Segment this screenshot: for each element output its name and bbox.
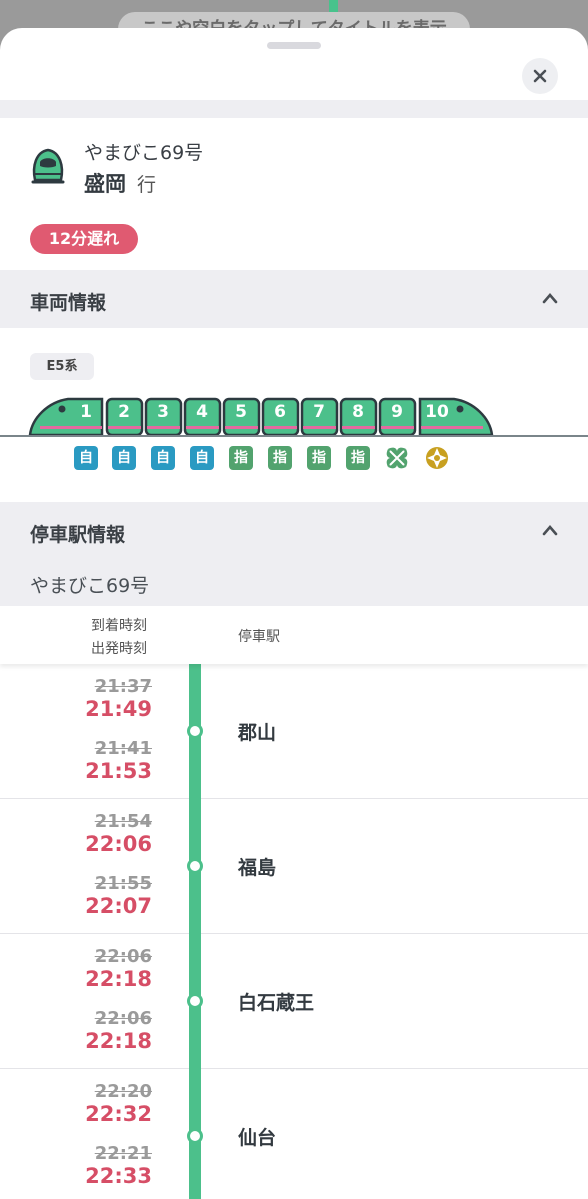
actual-departure: 21:53: [85, 759, 152, 783]
vehicle-info-title: 車両情報: [30, 292, 107, 314]
non-reserved-seat-badge-3: 自: [151, 446, 175, 470]
train-detail-sheet: やまびこ69号 盛岡 行 12分遅れ 車両情報 E5系 1 2 3 4 5 6 …: [0, 28, 588, 1199]
close-button[interactable]: [522, 58, 558, 94]
shinkansen-icon: [31, 148, 65, 184]
actual-arrival: 22:32: [85, 1102, 152, 1126]
gran-class-icon: [426, 447, 448, 469]
route-line: [189, 664, 201, 1199]
reserved-seat-badge-5: 指: [229, 446, 253, 470]
station-name: 福島: [238, 857, 277, 879]
car-number-8: 8: [352, 402, 364, 422]
actual-departure: 22:18: [85, 1029, 152, 1053]
stop-info-header[interactable]: 停車駅情報: [0, 502, 588, 560]
destination-suffix: 行: [137, 174, 157, 196]
actual-departure: 22:07: [85, 894, 152, 918]
car-number-4: 4: [196, 402, 208, 422]
stop-list-train-name: やまびこ69号: [30, 575, 150, 597]
rail-line: [0, 435, 588, 437]
stop-row[interactable]: 22:06 22:18 22:06 22:18 白石蔵王: [0, 934, 588, 1069]
car-number-6: 6: [274, 402, 286, 422]
train-name: やまびこ69号: [84, 142, 204, 164]
chevron-up-icon: [542, 293, 558, 304]
stop-row[interactable]: 21:54 22:06 21:55 22:07 福島: [0, 799, 588, 934]
car-number-1: 1: [80, 402, 92, 422]
scheduled-arrival: 22:06: [94, 946, 152, 967]
car-number-2: 2: [118, 402, 130, 422]
car-number-3: 3: [157, 402, 169, 422]
sheet-grabber[interactable]: [267, 42, 321, 49]
stop-row[interactable]: 22:20 22:32 22:21 22:33 仙台: [0, 1069, 588, 1199]
reserved-seat-badge-8: 指: [346, 446, 370, 470]
station-name: 郡山: [238, 722, 277, 744]
stop-info-title: 停車駅情報: [30, 524, 126, 546]
station-name: 白石蔵王: [238, 992, 315, 1014]
col-arrival: 到着時刻: [91, 618, 147, 634]
stop-row[interactable]: 21:37 21:49 21:41 21:53 郡山: [0, 664, 588, 799]
scheduled-arrival: 21:54: [94, 811, 152, 832]
station-node: [187, 993, 203, 1009]
col-departure: 出発時刻: [91, 641, 147, 657]
scheduled-arrival: 22:20: [94, 1081, 152, 1102]
car-number-10: 10: [425, 402, 449, 422]
station-name: 仙台: [238, 1127, 277, 1149]
non-reserved-seat-badge-2: 自: [112, 446, 136, 470]
close-icon: [533, 69, 547, 83]
actual-arrival: 22:18: [85, 967, 152, 991]
scheduled-departure: 21:55: [94, 873, 152, 894]
station-node: [187, 1128, 203, 1144]
col-station: 停車駅: [238, 629, 280, 645]
scheduled-departure: 22:21: [94, 1143, 152, 1164]
reserved-seat-badge-6: 指: [268, 446, 292, 470]
actual-arrival: 22:06: [85, 832, 152, 856]
station-node: [187, 858, 203, 874]
vehicle-info-header[interactable]: 車両情報: [0, 270, 588, 328]
actual-arrival: 21:49: [85, 697, 152, 721]
car-number-9: 9: [391, 402, 403, 422]
actual-departure: 22:33: [85, 1164, 152, 1188]
destination: 盛岡: [84, 172, 126, 196]
scheduled-arrival: 21:37: [94, 676, 152, 697]
reserved-seat-badge-7: 指: [307, 446, 331, 470]
series-badge: E5系: [30, 353, 94, 380]
car-number-5: 5: [235, 402, 247, 422]
delay-badge: 12分遅れ: [30, 224, 138, 254]
scheduled-departure: 21:41: [94, 738, 152, 759]
green-car-icon: [386, 447, 408, 469]
chevron-up-icon: [542, 525, 558, 536]
non-reserved-seat-badge-4: 自: [190, 446, 214, 470]
stop-table-header: 到着時刻 出発時刻 停車駅: [0, 606, 588, 664]
car-number-7: 7: [313, 402, 325, 422]
station-node: [187, 723, 203, 739]
divider: [0, 100, 588, 118]
non-reserved-seat-badge-1: 自: [74, 446, 98, 470]
scheduled-departure: 22:06: [94, 1008, 152, 1029]
